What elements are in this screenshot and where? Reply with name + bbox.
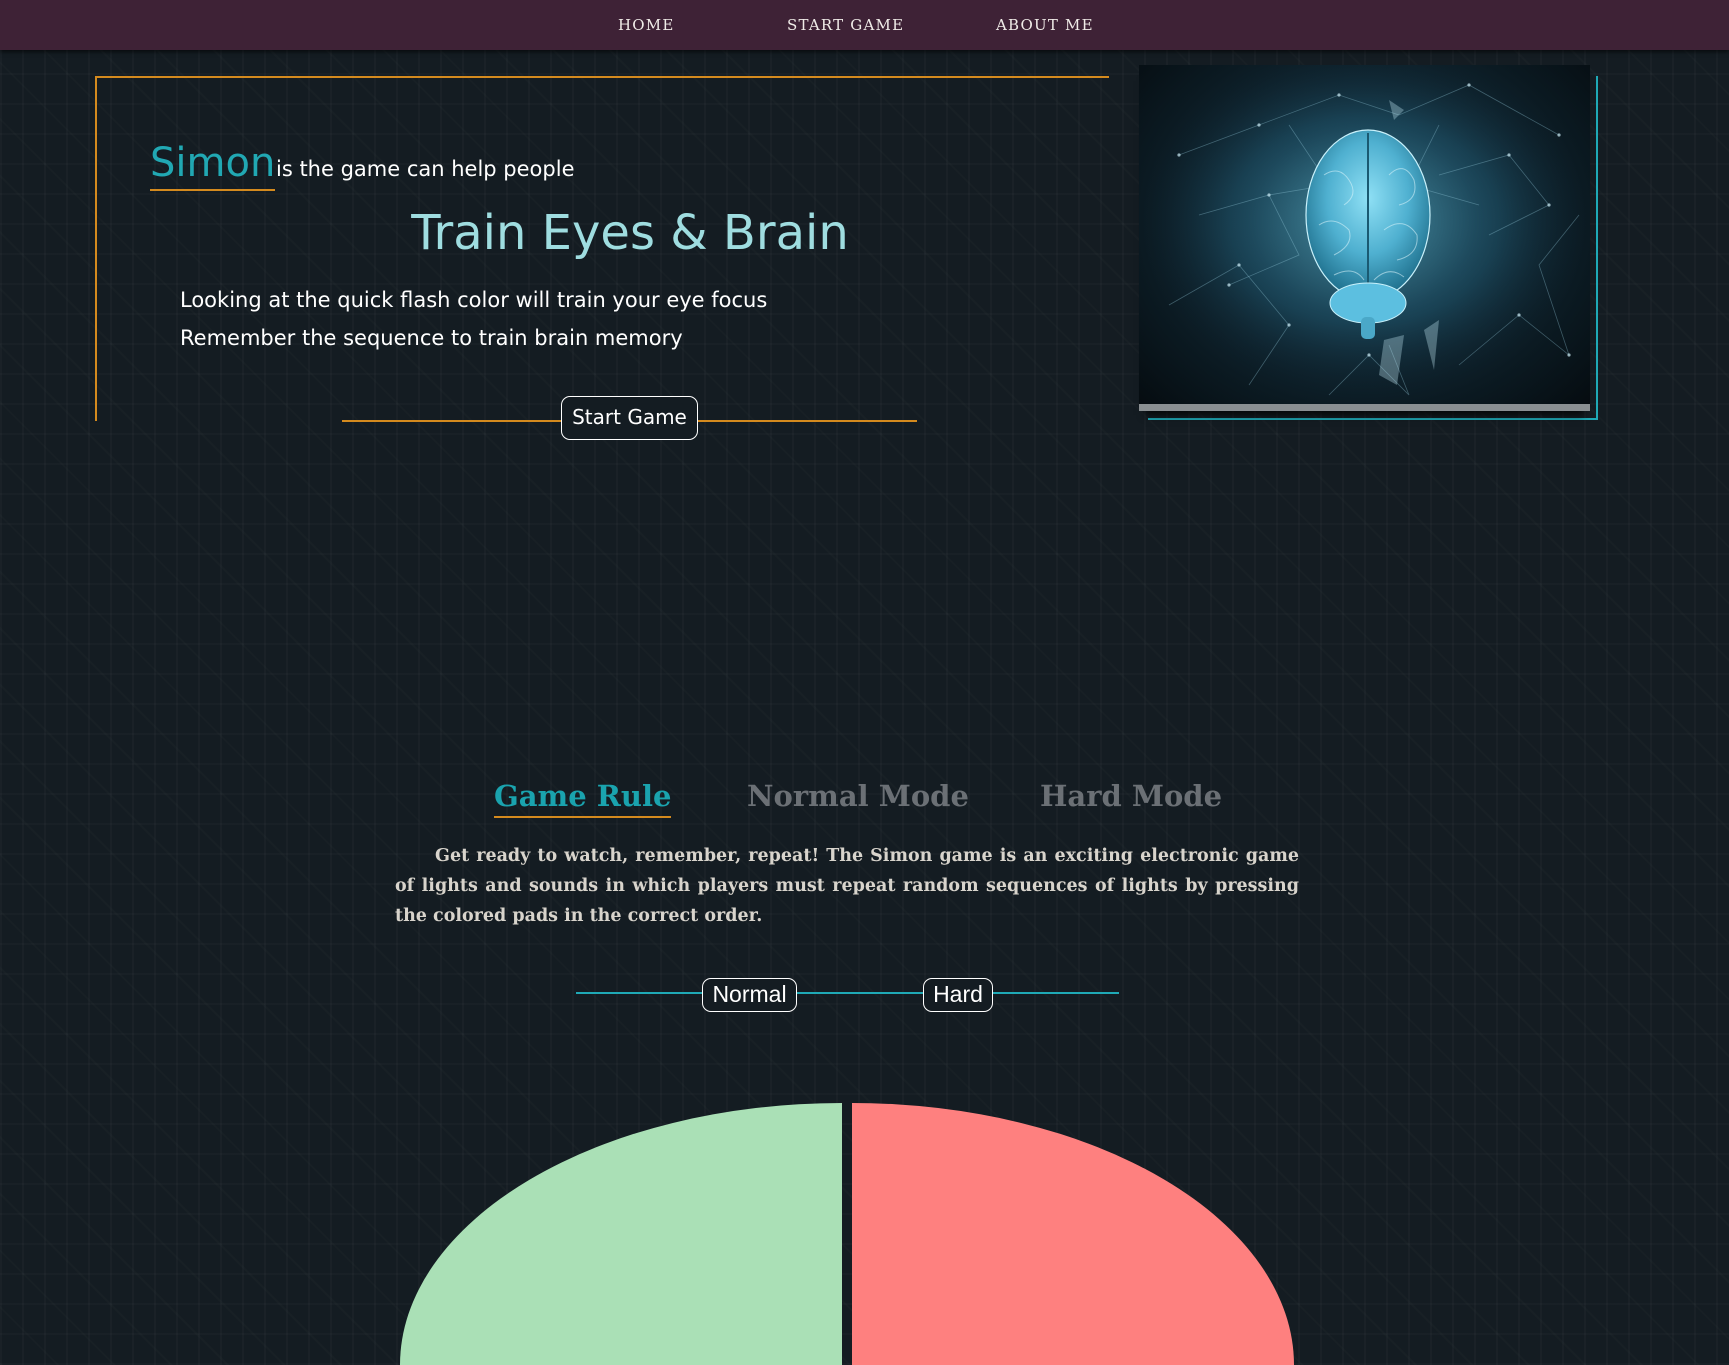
hero-frame-top-border	[95, 76, 1109, 78]
hero-description-line-2: Remember the sequence to train brain mem…	[180, 326, 683, 350]
hard-mode-button[interactable]: Hard	[923, 978, 993, 1012]
mode-divider	[576, 992, 1119, 994]
navbar: HOME START GAME ABOUT ME	[0, 0, 1729, 50]
brand-name: Simon	[150, 139, 276, 191]
red-pad[interactable]	[852, 1103, 1294, 1365]
green-pad[interactable]	[400, 1103, 842, 1365]
hero-frame-left-border	[95, 76, 97, 421]
tab-normal-mode[interactable]: Normal Mode	[747, 776, 969, 816]
game-rule-text: Get ready to watch, remember, repeat! Th…	[395, 846, 1299, 926]
tab-hard-mode[interactable]: Hard Mode	[1040, 776, 1222, 816]
brain-illustration	[1139, 65, 1590, 411]
hero-tagline: is the game can help people	[276, 157, 575, 181]
hero-description-line-1: Looking at the quick flash color will tr…	[180, 288, 768, 312]
hero-title: Train Eyes & Brain	[411, 205, 849, 261]
nav-about-me-link[interactable]: ABOUT ME	[996, 16, 1094, 34]
brain-image	[1139, 65, 1590, 411]
nav-home-link[interactable]: HOME	[618, 16, 675, 34]
nav-start-game-link[interactable]: START GAME	[787, 16, 904, 34]
normal-mode-button[interactable]: Normal	[702, 978, 797, 1012]
tab-game-rule[interactable]: Game Rule	[494, 776, 672, 818]
start-game-button[interactable]: Start Game	[561, 396, 698, 440]
